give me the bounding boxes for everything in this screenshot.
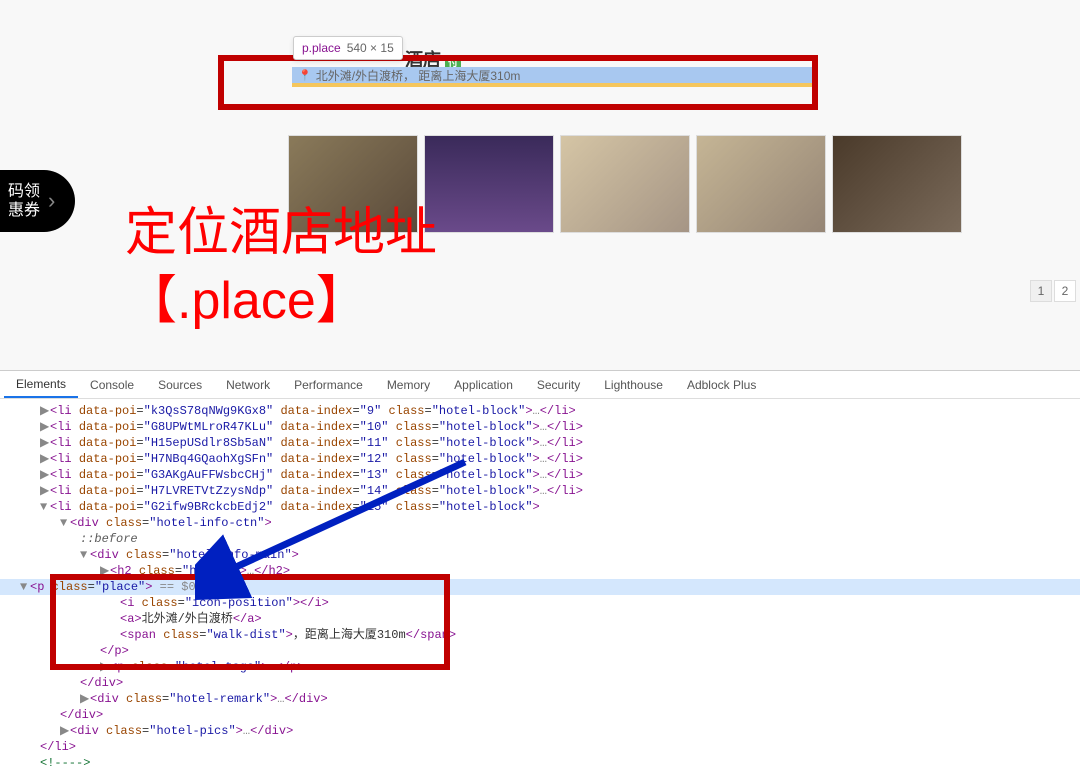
tab-memory[interactable]: Memory — [375, 371, 442, 398]
dom-node[interactable]: ▶<li data-poi="H15epUSdlr8Sb5aN" data-in… — [20, 435, 1080, 451]
tab-console[interactable]: Console — [78, 371, 146, 398]
dom-node[interactable]: ▼<div class="hotel-info-main"> — [20, 547, 1080, 563]
dom-node[interactable]: ▶<p class="hotel-tags">…</p> — [20, 659, 1080, 675]
webpage-content: 码领 惠券 › p.place 540 × 15 酒店付 📍 北外滩/外白渡桥，… — [0, 0, 1080, 370]
tab-adblock[interactable]: Adblock Plus — [675, 371, 768, 398]
dom-node[interactable]: </li> — [20, 739, 1080, 755]
hotel-image[interactable] — [832, 135, 962, 233]
dom-node[interactable]: ▶<li data-poi="G3AKgAuFFWsbcCHj" data-in… — [20, 467, 1080, 483]
tab-elements[interactable]: Elements — [4, 371, 78, 398]
dom-node[interactable]: ▶<li data-poi="G8UPWtMLroR47KLu" data-in… — [20, 419, 1080, 435]
dom-node[interactable]: ▶<li data-poi="H7NBq4GQaohXgSFn" data-in… — [20, 451, 1080, 467]
dom-node[interactable]: </div> — [20, 675, 1080, 691]
tooltip-selector: p.place — [302, 41, 341, 55]
tab-network[interactable]: Network — [214, 371, 282, 398]
dom-node[interactable]: ▼<div class="hotel-info-ctn"> — [20, 515, 1080, 531]
dom-node-selected[interactable]: ▼<p class="place"> == $0 — [0, 579, 1080, 595]
dom-node[interactable]: <i class="icon-position"></i> — [20, 595, 1080, 611]
dom-node[interactable]: ▶<div class="hotel-remark">…</div> — [20, 691, 1080, 707]
tab-application[interactable]: Application — [442, 371, 525, 398]
dom-node[interactable]: ▶<li data-poi="H7LVRETVtZzysNdp" data-in… — [20, 483, 1080, 499]
dom-node[interactable]: ▶<div class="hotel-pics">…</div> — [20, 723, 1080, 739]
dom-comment[interactable]: <!----> — [20, 755, 1080, 771]
dom-node[interactable]: ▶<li data-poi="k3QsS78qNWg9KGx8" data-in… — [20, 403, 1080, 419]
hotel-image[interactable] — [696, 135, 826, 233]
promo-text: 码领 惠券 — [8, 182, 40, 220]
pagination: 1 2 — [1030, 280, 1076, 302]
dom-tree[interactable]: ▶<li data-poi="k3QsS78qNWg9KGx8" data-in… — [0, 399, 1080, 775]
tooltip-dimensions: 540 × 15 — [347, 41, 394, 55]
annotation-box-top — [218, 55, 818, 110]
dom-pseudo[interactable]: ::before — [20, 531, 1080, 547]
page-number[interactable]: 1 — [1030, 280, 1052, 302]
devtools-tabs: Elements Console Sources Network Perform… — [0, 371, 1080, 399]
tab-performance[interactable]: Performance — [282, 371, 375, 398]
promo-badge[interactable]: 码领 惠券 › — [0, 170, 75, 232]
devtools-panel: Elements Console Sources Network Perform… — [0, 370, 1080, 772]
tab-lighthouse[interactable]: Lighthouse — [592, 371, 675, 398]
dom-node[interactable]: </p> — [20, 643, 1080, 659]
tab-security[interactable]: Security — [525, 371, 592, 398]
dom-node[interactable]: <a>北外滩/外白渡桥</a> — [20, 611, 1080, 627]
dom-node[interactable]: <span class="walk-dist">，距离上海大厦310m</spa… — [20, 627, 1080, 643]
dom-node[interactable]: ▶<h2 class="hotel-">…</h2> — [20, 563, 1080, 579]
chevron-right-icon: › — [48, 188, 55, 214]
tab-sources[interactable]: Sources — [146, 371, 214, 398]
hotel-image[interactable] — [560, 135, 690, 233]
annotation-label: 定位酒店地址 【.place】 — [125, 200, 437, 335]
dom-node[interactable]: </div> — [20, 707, 1080, 723]
hotel-image[interactable] — [424, 135, 554, 233]
dom-node[interactable]: ▼<li data-poi="G2ifw9BRckcbEdj2" data-in… — [20, 499, 1080, 515]
inspector-tooltip: p.place 540 × 15 — [293, 36, 403, 60]
page-number[interactable]: 2 — [1054, 280, 1076, 302]
